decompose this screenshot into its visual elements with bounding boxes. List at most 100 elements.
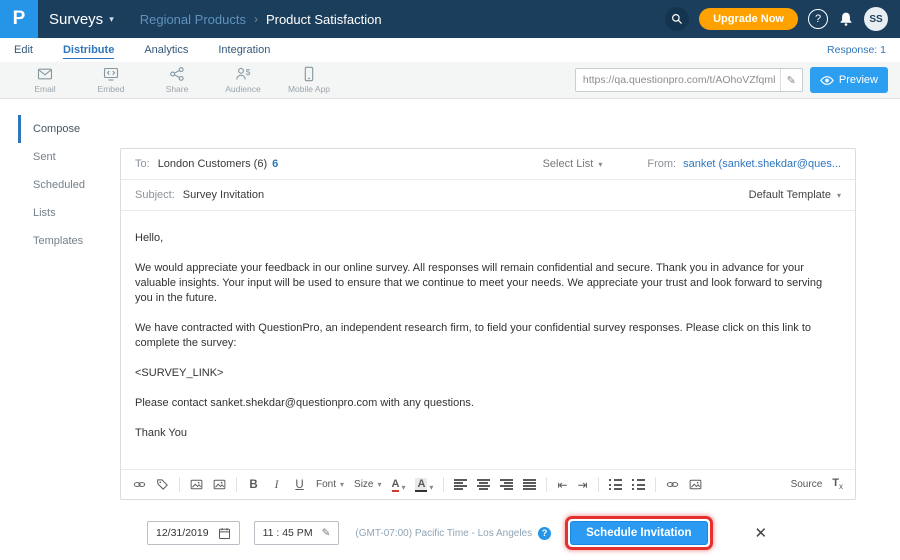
insert-template-icon[interactable] (190, 477, 203, 493)
editor-toolbar: B I U Font ▾ Size ▾ A ▾ A ▾ (121, 469, 855, 499)
email-icon (37, 66, 53, 82)
toolbar-divider (443, 477, 444, 492)
time-value: 11 : 45 PM (263, 527, 313, 539)
text-color-button[interactable]: A ▾ (392, 478, 406, 492)
survey-url-field[interactable]: https://qa.questionpro.com/t/AOhoVZfqml … (575, 68, 803, 92)
notifications-button[interactable] (838, 11, 854, 27)
edit-time-icon[interactable]: ✎ (322, 527, 331, 539)
body-paragraph: We have contracted with QuestionPro, an … (135, 321, 841, 351)
tab-edit[interactable]: Edit (14, 42, 33, 58)
breadcrumb-parent[interactable]: Regional Products (140, 12, 246, 27)
channel-share[interactable]: Share (144, 66, 210, 94)
tab-distribute[interactable]: Distribute (63, 42, 114, 59)
insert-media-icon[interactable] (213, 477, 226, 493)
font-dropdown[interactable]: Font ▾ (316, 479, 344, 490)
preview-label: Preview (839, 74, 878, 86)
chevron-down-icon: ▾ (401, 483, 405, 492)
from-value[interactable]: sanket (sanket.shekdar@ques... (683, 158, 841, 170)
subject-row: Subject: Survey Invitation Default Templ… (121, 180, 855, 211)
sidebar-item-sent[interactable]: Sent (18, 143, 120, 171)
email-body-editor[interactable]: Hello, We would appreciate your feedback… (121, 211, 855, 469)
search-icon (671, 13, 683, 25)
search-button[interactable] (665, 7, 689, 31)
align-center-icon[interactable] (477, 479, 490, 490)
survey-url-group: https://qa.questionpro.com/t/AOhoVZfqml … (575, 67, 888, 93)
align-justify-icon[interactable] (523, 479, 536, 490)
preview-button[interactable]: Preview (810, 67, 888, 93)
sidebar-item-compose[interactable]: Compose (18, 115, 120, 143)
chevron-down-icon: ▾ (429, 483, 433, 492)
date-value: 12/31/2019 (156, 527, 209, 539)
to-value[interactable]: London Customers (6) (158, 158, 267, 170)
body-paragraph: Hello, (135, 231, 841, 246)
select-list-label: Select List (543, 158, 594, 170)
mobile-app-icon (301, 66, 317, 82)
close-icon[interactable]: ✕ (755, 524, 768, 542)
toolbar-divider (236, 477, 237, 492)
toolbar-divider (179, 477, 180, 492)
help-button[interactable]: ? (808, 9, 828, 29)
sidebar-item-scheduled[interactable]: Scheduled (18, 171, 120, 199)
chevron-down-icon: ▾ (340, 480, 344, 489)
sidebar-item-templates[interactable]: Templates (18, 227, 120, 255)
italic-button[interactable]: I (270, 477, 283, 493)
recipient-count-badge[interactable]: 6 (272, 158, 278, 170)
chevron-down-icon: ▾ (377, 480, 381, 489)
remove-format-button[interactable]: Tx (832, 477, 843, 491)
avatar[interactable]: SS (864, 7, 888, 31)
ordered-list-icon[interactable] (609, 479, 622, 490)
schedule-row: 12/31/2019 11 : 45 PM ✎ (GMT-07:00) Paci… (147, 516, 856, 550)
image-icon[interactable] (689, 477, 702, 493)
surveys-menu[interactable]: Surveys ▾ (49, 11, 114, 28)
to-label: To: (135, 158, 150, 170)
source-button-label: Source (791, 479, 823, 490)
template-dropdown[interactable]: Default Template ▾ (749, 189, 841, 201)
questionpro-logo: P (0, 0, 38, 38)
sidebar-item-lists[interactable]: Lists (18, 199, 120, 227)
channel-mobile-app[interactable]: Mobile App (276, 66, 342, 94)
date-picker[interactable]: 12/31/2019 (147, 521, 240, 545)
bold-button[interactable]: B (247, 477, 260, 493)
toolbar-divider (598, 477, 599, 492)
upgrade-button[interactable]: Upgrade Now (699, 8, 798, 30)
subject-value[interactable]: Survey Invitation (183, 189, 264, 201)
source-button[interactable]: Source (791, 479, 823, 490)
remove-format-t: T (832, 477, 839, 489)
schedule-button-highlight: Schedule Invitation (565, 516, 712, 550)
email-sidebar: Compose Sent Scheduled Lists Templates (0, 99, 120, 560)
indent-icon[interactable]: ⇥ (578, 478, 588, 492)
underline-button[interactable]: U (293, 477, 306, 493)
body-paragraph: We would appreciate your feedback in our… (135, 261, 841, 306)
toolbar-divider (655, 477, 656, 492)
size-dropdown-label: Size (354, 479, 373, 490)
breadcrumb: Regional Products › Product Satisfaction (140, 12, 382, 27)
channel-email[interactable]: Email (12, 66, 78, 94)
channel-share-label: Share (166, 84, 189, 94)
distribute-toolbar: Email Embed Share Audience Mobile App ht… (0, 62, 900, 99)
header-actions: Upgrade Now ? SS (665, 7, 900, 31)
timezone-help-button[interactable]: ? (538, 527, 551, 540)
align-left-icon[interactable] (454, 479, 467, 490)
tab-analytics[interactable]: Analytics (144, 42, 188, 58)
toolbar-divider (546, 477, 547, 492)
align-right-icon[interactable] (500, 479, 513, 490)
breadcrumb-separator: › (254, 12, 258, 26)
tab-integration[interactable]: Integration (218, 42, 270, 58)
background-color-button[interactable]: A ▾ (415, 478, 433, 492)
response-count[interactable]: Response: 1 (827, 44, 886, 56)
channel-embed[interactable]: Embed (78, 66, 144, 94)
outdent-icon[interactable]: ⇤ (557, 478, 567, 492)
merge-tag-icon[interactable] (156, 477, 169, 493)
time-picker[interactable]: 11 : 45 PM ✎ (254, 521, 340, 545)
edit-url-icon[interactable]: ✎ (780, 69, 802, 91)
schedule-invitation-button[interactable]: Schedule Invitation (570, 521, 707, 545)
bell-icon (838, 11, 854, 27)
insert-link-icon[interactable] (133, 477, 146, 493)
unordered-list-icon[interactable] (632, 479, 645, 490)
hyperlink-icon[interactable] (666, 477, 679, 493)
chevron-down-icon: ▾ (598, 160, 602, 169)
select-list-dropdown[interactable]: Select List ▾ (543, 158, 603, 170)
channel-audience[interactable]: Audience (210, 66, 276, 94)
eye-icon (820, 75, 834, 86)
size-dropdown[interactable]: Size ▾ (354, 479, 381, 490)
